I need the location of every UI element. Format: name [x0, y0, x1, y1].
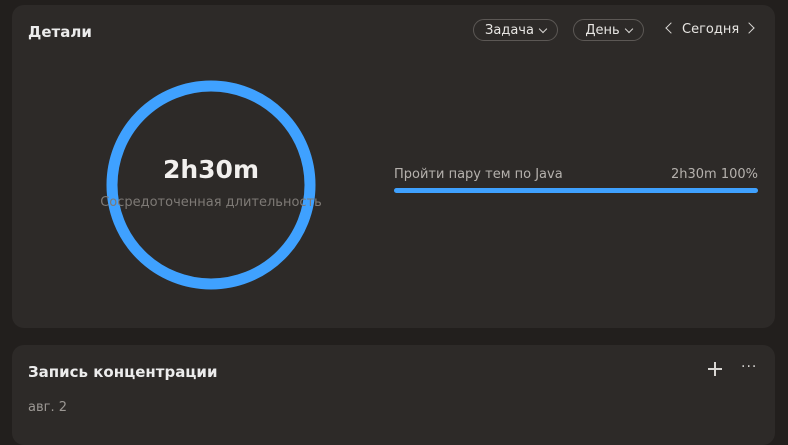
task-item-duration: 2h30m	[670, 167, 717, 182]
chevron-left-icon[interactable]	[665, 22, 677, 34]
details-title: Детали	[28, 23, 92, 41]
chevron-down-icon	[624, 24, 633, 33]
more-horizontal-icon[interactable]: ···	[741, 359, 757, 375]
focus-duration-ring	[106, 80, 316, 290]
task-item-percent: 100%	[720, 167, 758, 182]
task-filter-label: Задача	[485, 22, 534, 38]
focus-duration-caption: Сосредоточенная длительность	[100, 195, 322, 210]
plus-icon[interactable]	[708, 362, 722, 376]
task-progress-fill	[394, 188, 758, 193]
record-date-label: авг. 2	[28, 400, 67, 415]
details-card: Детали Задача День Сегодня 2h30m Сосредо…	[12, 5, 775, 328]
chevron-right-icon[interactable]	[743, 22, 755, 34]
task-item-name: Пройти пару тем по Java	[394, 167, 563, 182]
date-nav-label[interactable]: Сегодня	[682, 22, 739, 37]
focus-duration-value: 2h30m	[162, 155, 260, 184]
task-item-stats: 2h30m 100%	[671, 167, 758, 182]
chevron-down-icon	[538, 24, 548, 33]
task-progress-track	[394, 188, 758, 193]
period-filter-dropdown[interactable]: День	[573, 19, 644, 41]
task-filter-dropdown[interactable]: Задача	[473, 19, 558, 41]
focus-record-card: Запись концентрации ··· авг. 2	[12, 345, 775, 445]
period-filter-label: День	[585, 22, 620, 38]
focus-record-title: Запись концентрации	[28, 363, 218, 381]
ring-progress-arc	[106, 80, 316, 290]
